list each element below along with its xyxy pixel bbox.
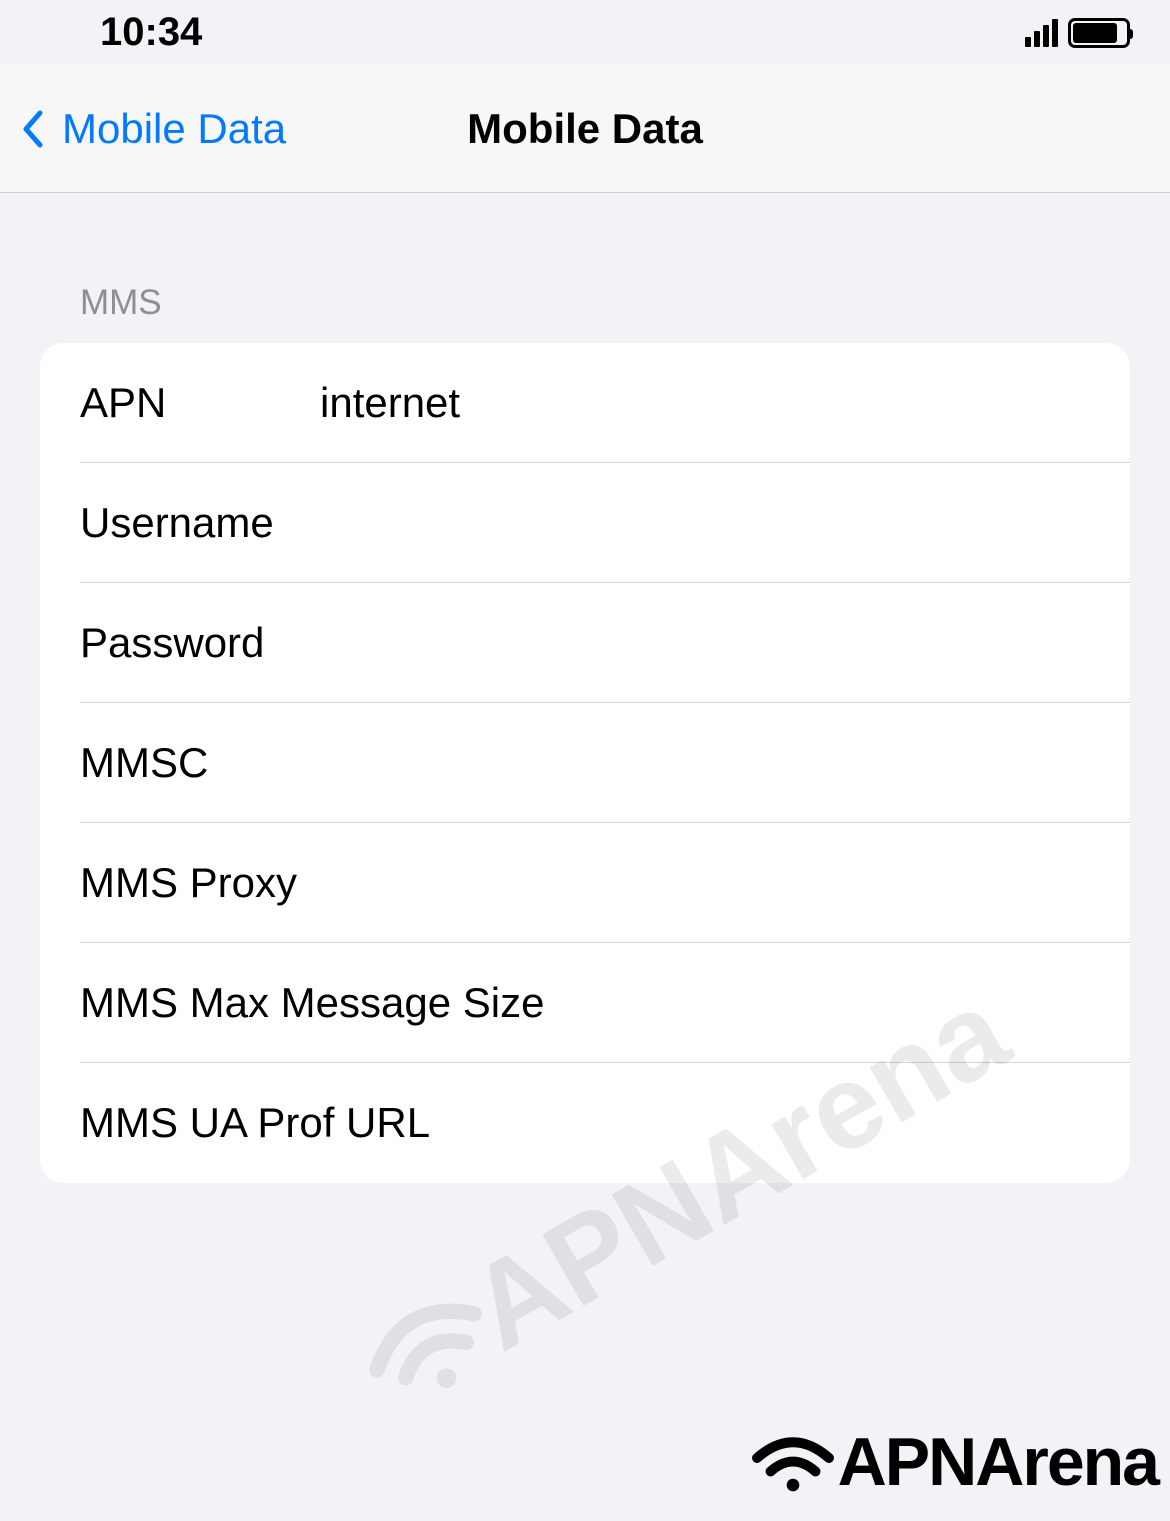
mmsc-label: MMSC — [80, 739, 320, 787]
wifi-icon — [748, 1425, 838, 1500]
status-indicators — [1025, 18, 1130, 48]
password-label: Password — [80, 619, 320, 667]
mms-ua-prof-row[interactable]: MMS UA Prof URL — [40, 1063, 1130, 1183]
mmsc-row[interactable]: MMSC — [40, 703, 1130, 823]
status-bar: 10:34 — [0, 0, 1170, 65]
section-header-mms: MMS — [40, 193, 1130, 343]
apn-label: APN — [80, 379, 320, 427]
navigation-bar: Mobile Data Mobile Data — [0, 65, 1170, 193]
mmsc-input[interactable] — [320, 739, 1090, 787]
apn-row[interactable]: APN — [40, 343, 1130, 463]
page-title: Mobile Data — [467, 105, 703, 153]
brand-logo: APNArena — [748, 1423, 1158, 1501]
mms-proxy-row[interactable]: MMS Proxy — [40, 823, 1130, 943]
back-button[interactable]: Mobile Data — [0, 105, 286, 153]
mms-max-size-label: MMS Max Message Size — [80, 979, 544, 1027]
mms-ua-prof-input[interactable] — [430, 1099, 1090, 1147]
cellular-signal-icon — [1025, 19, 1058, 47]
chevron-left-icon — [20, 109, 44, 149]
username-input[interactable] — [320, 499, 1090, 547]
username-label: Username — [80, 499, 320, 547]
brand-text: APNArena — [838, 1423, 1158, 1501]
mms-settings-group: APN Username Password MMSC MMS Proxy MMS… — [40, 343, 1130, 1183]
password-row[interactable]: Password — [40, 583, 1130, 703]
battery-icon — [1068, 18, 1130, 48]
mms-max-size-row[interactable]: MMS Max Message Size — [40, 943, 1130, 1063]
back-label: Mobile Data — [62, 105, 286, 153]
mms-proxy-label: MMS Proxy — [80, 859, 297, 907]
apn-input[interactable] — [320, 379, 1090, 427]
mms-ua-prof-label: MMS UA Prof URL — [80, 1099, 430, 1147]
password-input[interactable] — [320, 619, 1090, 667]
status-time: 10:34 — [100, 10, 202, 55]
content-area: MMS APN Username Password MMSC MMS Proxy… — [0, 193, 1170, 1183]
mms-max-size-input[interactable] — [544, 979, 1090, 1027]
wifi-icon — [338, 1261, 519, 1435]
mms-proxy-input[interactable] — [297, 859, 1090, 907]
username-row[interactable]: Username — [40, 463, 1130, 583]
